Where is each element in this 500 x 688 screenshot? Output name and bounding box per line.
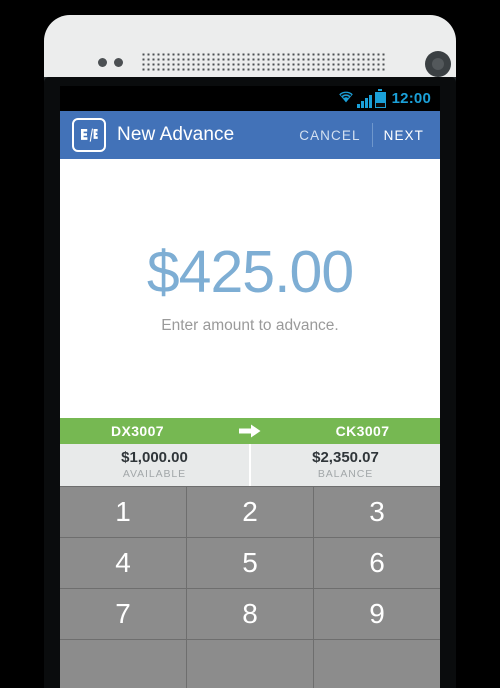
android-status-bar: 12:00 bbox=[60, 86, 440, 111]
fifth-third-bank-logo bbox=[72, 118, 106, 152]
numeric-keypad[interactable]: 1 2 3 4 5 6 7 8 9 bbox=[60, 486, 440, 688]
keypad-key[interactable]: 4 bbox=[60, 538, 186, 588]
amount-display-area[interactable]: $425.00 Enter amount to advance. bbox=[60, 159, 440, 418]
signal-bars-icon bbox=[357, 94, 372, 108]
status-icons bbox=[338, 88, 386, 108]
keypad-key[interactable]: 6 bbox=[314, 538, 440, 588]
available-balance-value: $1,000.00 bbox=[121, 448, 188, 466]
available-balance-label: AVAILABLE bbox=[122, 468, 187, 481]
current-balance-value: $2,350.07 bbox=[312, 448, 379, 466]
keypad-key[interactable]: 7 bbox=[60, 589, 186, 639]
earpiece-speaker-grille bbox=[141, 52, 386, 73]
battery-icon bbox=[374, 88, 386, 108]
arrow-right-icon bbox=[215, 424, 285, 438]
current-balance-label: BALANCE bbox=[317, 468, 374, 481]
current-balance: $2,350.07 BALANCE bbox=[251, 444, 440, 486]
keypad-key[interactable]: 3 bbox=[314, 487, 440, 537]
keypad-key[interactable] bbox=[60, 640, 186, 688]
keypad-key[interactable]: 8 bbox=[187, 589, 313, 639]
amount-value: $425.00 bbox=[146, 238, 354, 305]
wifi-icon bbox=[338, 90, 354, 108]
phone-top-bezel bbox=[44, 15, 456, 77]
light-sensor-icon bbox=[114, 58, 123, 67]
proximity-sensor-icon bbox=[98, 58, 107, 67]
keypad-key[interactable] bbox=[314, 640, 440, 688]
next-button[interactable]: NEXT bbox=[373, 128, 430, 143]
amount-hint-text: Enter amount to advance. bbox=[161, 316, 339, 334]
page-title: New Advance bbox=[117, 124, 235, 145]
app-bar: New Advance CANCEL NEXT bbox=[60, 111, 440, 159]
to-account-label[interactable]: CK3007 bbox=[285, 423, 440, 439]
phone-screen: 12:00 New Advance CANCEL NEXT $425.00 En… bbox=[60, 86, 440, 688]
balances-row: $1,000.00 AVAILABLE $2,350.07 BALANCE bbox=[60, 444, 440, 486]
front-camera-icon bbox=[425, 51, 451, 77]
status-bar-clock: 12:00 bbox=[391, 90, 431, 107]
from-account-label[interactable]: DX3007 bbox=[60, 423, 215, 439]
keypad-key[interactable]: 2 bbox=[187, 487, 313, 537]
keypad-key[interactable]: 9 bbox=[314, 589, 440, 639]
cancel-button[interactable]: CANCEL bbox=[288, 128, 371, 143]
keypad-key[interactable] bbox=[187, 640, 313, 688]
account-transfer-bar[interactable]: DX3007 CK3007 bbox=[60, 418, 440, 444]
keypad-key[interactable]: 1 bbox=[60, 487, 186, 537]
screenshot-stage: 12:00 New Advance CANCEL NEXT $425.00 En… bbox=[0, 0, 500, 688]
available-balance: $1,000.00 AVAILABLE bbox=[60, 444, 249, 486]
keypad-key[interactable]: 5 bbox=[187, 538, 313, 588]
